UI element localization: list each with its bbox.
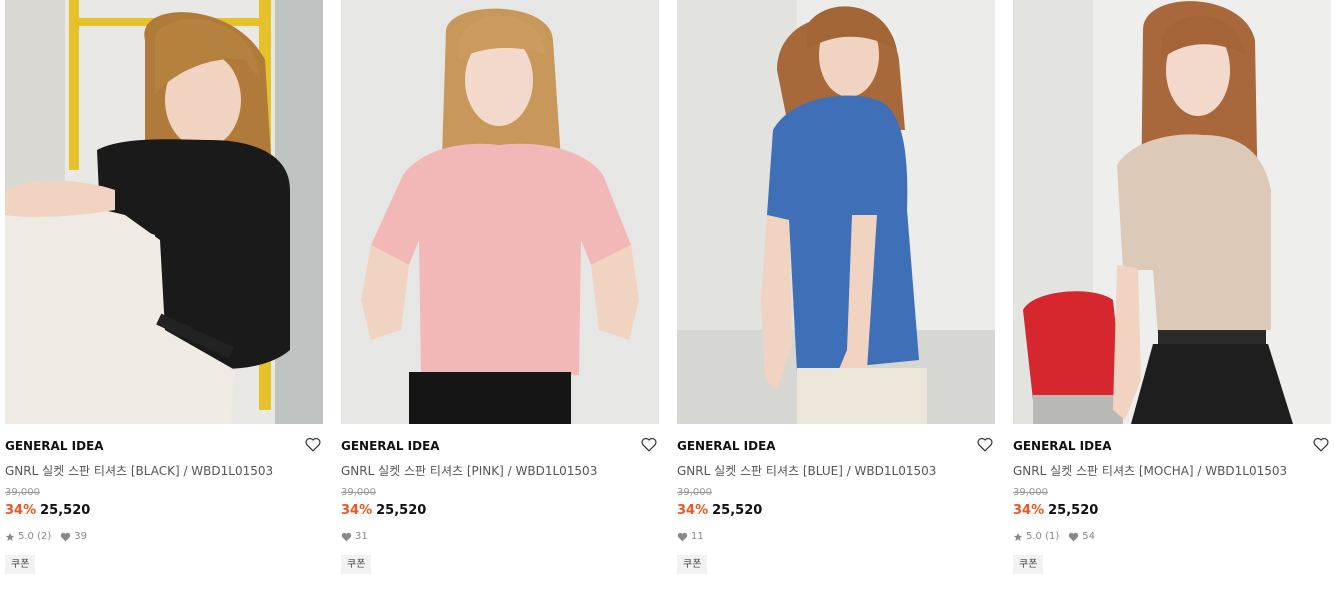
heart-filled-icon xyxy=(1068,532,1079,542)
brand-name[interactable]: GENERAL IDEA xyxy=(677,439,776,453)
discount-rate: 34% xyxy=(677,503,709,518)
wishlist-button[interactable] xyxy=(639,436,659,456)
product-card[interactable]: GENERAL IDEA GNRL 실켓 스판 티셔츠 [BLUE] / WBD… xyxy=(677,0,995,591)
sale-price: 25,520 xyxy=(1048,503,1099,518)
product-name[interactable]: GNRL 실켓 스판 티셔츠 [MOCHA] / WBD1L01503 xyxy=(1013,462,1287,479)
product-image[interactable] xyxy=(677,0,995,424)
discount-rate: 34% xyxy=(341,503,373,518)
like-count: 31 xyxy=(355,531,368,542)
coupon-badge: 쿠폰 xyxy=(677,555,708,574)
review-count: (1) xyxy=(1045,531,1060,542)
coupon-badge: 쿠폰 xyxy=(5,555,36,574)
heart-filled-icon xyxy=(60,532,71,542)
like-count: 54 xyxy=(1082,531,1095,542)
coupon-badge: 쿠폰 xyxy=(1013,555,1044,574)
price-row: 34% 25,520 xyxy=(1013,503,1098,518)
sale-price: 25,520 xyxy=(712,503,763,518)
product-stats: 31 xyxy=(341,531,377,542)
likes: 54 xyxy=(1068,531,1095,542)
price-row: 34% 25,520 xyxy=(5,503,90,518)
rating-value: 5.0 xyxy=(18,531,34,542)
product-card[interactable]: GENERAL IDEA GNRL 실켓 스판 티셔츠 [MOCHA] / WB… xyxy=(1013,0,1331,591)
review-count: (2) xyxy=(37,531,52,542)
coupon-badge: 쿠폰 xyxy=(341,555,372,574)
product-image[interactable] xyxy=(1013,0,1331,424)
product-image[interactable] xyxy=(5,0,323,424)
like-count: 11 xyxy=(691,531,704,542)
price-row: 34% 25,520 xyxy=(677,503,762,518)
price-row: 34% 25,520 xyxy=(341,503,426,518)
wishlist-button[interactable] xyxy=(303,436,323,456)
rating: 5.0 (1) xyxy=(1013,531,1059,542)
wishlist-button[interactable] xyxy=(975,436,995,456)
brand-name[interactable]: GENERAL IDEA xyxy=(5,439,104,453)
product-grid: GENERAL IDEA GNRL 실켓 스판 티셔츠 [BLACK] / WB… xyxy=(5,0,1331,591)
product-stats: 5.0 (1) 54 xyxy=(1013,531,1104,542)
likes: 31 xyxy=(341,531,368,542)
product-stats: 5.0 (2) 39 xyxy=(5,531,96,542)
rating-value: 5.0 xyxy=(1026,531,1042,542)
brand-name[interactable]: GENERAL IDEA xyxy=(1013,439,1112,453)
heart-filled-icon xyxy=(677,532,688,542)
discount-rate: 34% xyxy=(5,503,37,518)
heart-filled-icon xyxy=(341,532,352,542)
brand-name[interactable]: GENERAL IDEA xyxy=(341,439,440,453)
discount-rate: 34% xyxy=(1013,503,1045,518)
product-name[interactable]: GNRL 실켓 스판 티셔츠 [BLACK] / WBD1L01503 xyxy=(5,462,273,479)
star-icon xyxy=(5,532,15,542)
likes: 39 xyxy=(60,531,87,542)
heart-outline-icon xyxy=(305,437,321,456)
product-card[interactable]: GENERAL IDEA GNRL 실켓 스판 티셔츠 [BLACK] / WB… xyxy=(5,0,323,591)
product-image[interactable] xyxy=(341,0,659,424)
original-price: 39,000 xyxy=(5,487,40,498)
product-stats: 11 xyxy=(677,531,713,542)
original-price: 39,000 xyxy=(677,487,712,498)
heart-outline-icon xyxy=(1313,437,1329,456)
product-name[interactable]: GNRL 실켓 스판 티셔츠 [PINK] / WBD1L01503 xyxy=(341,462,597,479)
like-count: 39 xyxy=(74,531,87,542)
original-price: 39,000 xyxy=(341,487,376,498)
product-card[interactable]: GENERAL IDEA GNRL 실켓 스판 티셔츠 [PINK] / WBD… xyxy=(341,0,659,591)
likes: 11 xyxy=(677,531,704,542)
heart-outline-icon xyxy=(641,437,657,456)
product-name[interactable]: GNRL 실켓 스판 티셔츠 [BLUE] / WBD1L01503 xyxy=(677,462,936,479)
heart-outline-icon xyxy=(977,437,993,456)
star-icon xyxy=(1013,532,1023,542)
sale-price: 25,520 xyxy=(40,503,91,518)
original-price: 39,000 xyxy=(1013,487,1048,498)
rating: 5.0 (2) xyxy=(5,531,51,542)
sale-price: 25,520 xyxy=(376,503,427,518)
wishlist-button[interactable] xyxy=(1311,436,1331,456)
